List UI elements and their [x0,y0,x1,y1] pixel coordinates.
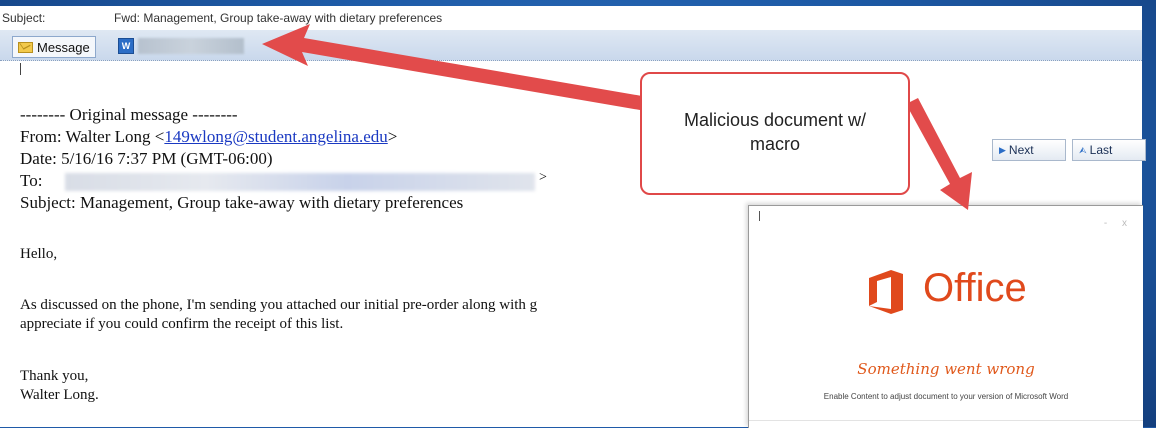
office-document-preview: - x Office Something went wrong Enable C… [748,205,1143,428]
original-message-header: -------- Original message -------- [20,105,238,124]
from-suffix: > [387,127,398,146]
last-button[interactable]: ⮙ Last [1072,139,1146,161]
callout-text: Malicious document w/ macro [642,108,908,156]
office-brand: Office [923,266,1027,310]
from-prefix: From: Walter Long < [20,127,165,146]
callout-line-2: macro [749,134,800,154]
date-line: Date: 5/16/16 7:37 PM (GMT-06:00) [20,149,273,168]
next-button-label: Next [1008,143,1034,157]
divider [749,420,1143,421]
office-logo-icon [869,270,903,314]
forwarded-subject-line: Subject: Management, Group take-away wit… [20,193,464,212]
last-button-label: Last [1089,143,1113,157]
envelope-icon [18,41,33,53]
paragraph-line-2: appreciate if you could confirm the rece… [20,316,344,332]
word-document-icon[interactable]: W [118,38,134,54]
greeting: Hello, [20,246,58,262]
error-title: Something went wrong [857,360,1035,378]
to-label: To: [20,171,43,190]
double-chevron-up-icon: ⮙ [1079,144,1087,155]
arrow-right-icon: ▶ [999,144,1006,155]
sender-email-link[interactable]: 149wlong@student.angelina.edu [164,127,387,146]
to-suffix: > [539,170,547,185]
redacted-recipient [65,173,535,191]
callout-line-1: Malicious document w/ [683,110,867,130]
preview-cursor [759,211,760,221]
enable-content-instruction: Enable Content to adjust document to you… [823,392,1069,401]
subject-value: Fwd: Management, Group take-away with di… [114,11,443,25]
attachment-tab-bar: Message W [0,30,1142,61]
redacted-attachment-name[interactable] [138,38,244,54]
callout-box: Malicious document w/ macro [640,72,910,195]
window-controls[interactable]: - x [1104,218,1133,229]
closing: Thank you, [20,368,89,384]
text-cursor [20,63,21,75]
signature: Walter Long. [20,387,99,403]
subject-label: Subject: [2,11,46,25]
tab-message[interactable]: Message [12,36,96,58]
paragraph-line-1: As discussed on the phone, I'm sending y… [20,297,538,313]
from-line: From: Walter Long <149wlong@student.ange… [20,126,397,147]
tab-message-label: Message [37,39,90,55]
subject-bar: Subject: Fwd: Management, Group take-awa… [0,6,1142,30]
next-button[interactable]: ▶ Next [992,139,1066,161]
